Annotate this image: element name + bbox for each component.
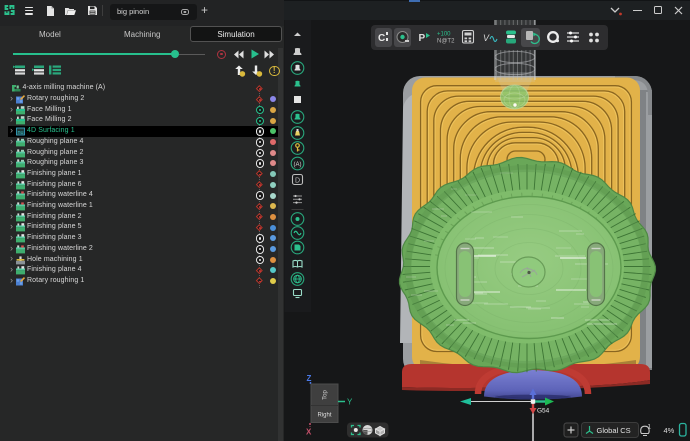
svg-text:N@T2: N@T2 bbox=[437, 39, 455, 45]
svg-text:nu: nu bbox=[17, 130, 23, 136]
svg-text:X: X bbox=[306, 428, 312, 437]
svg-text:C: C bbox=[378, 33, 385, 44]
svg-text:Right: Right bbox=[317, 413, 331, 419]
svg-text:Y: Y bbox=[347, 398, 353, 407]
svg-text:Z: Z bbox=[307, 374, 312, 383]
svg-text:4%: 4% bbox=[664, 426, 675, 435]
svg-text:D: D bbox=[295, 178, 300, 185]
svg-text:G54: G54 bbox=[537, 408, 550, 415]
svg-text:V: V bbox=[483, 33, 490, 43]
svg-text:1: 1 bbox=[648, 425, 652, 431]
svg-text:(A): (A) bbox=[294, 162, 302, 168]
svg-text:+100: +100 bbox=[437, 32, 451, 38]
svg-text:P: P bbox=[419, 33, 426, 44]
svg-text:Global CS: Global CS bbox=[597, 426, 631, 435]
svg-text:Top: Top bbox=[323, 390, 329, 400]
